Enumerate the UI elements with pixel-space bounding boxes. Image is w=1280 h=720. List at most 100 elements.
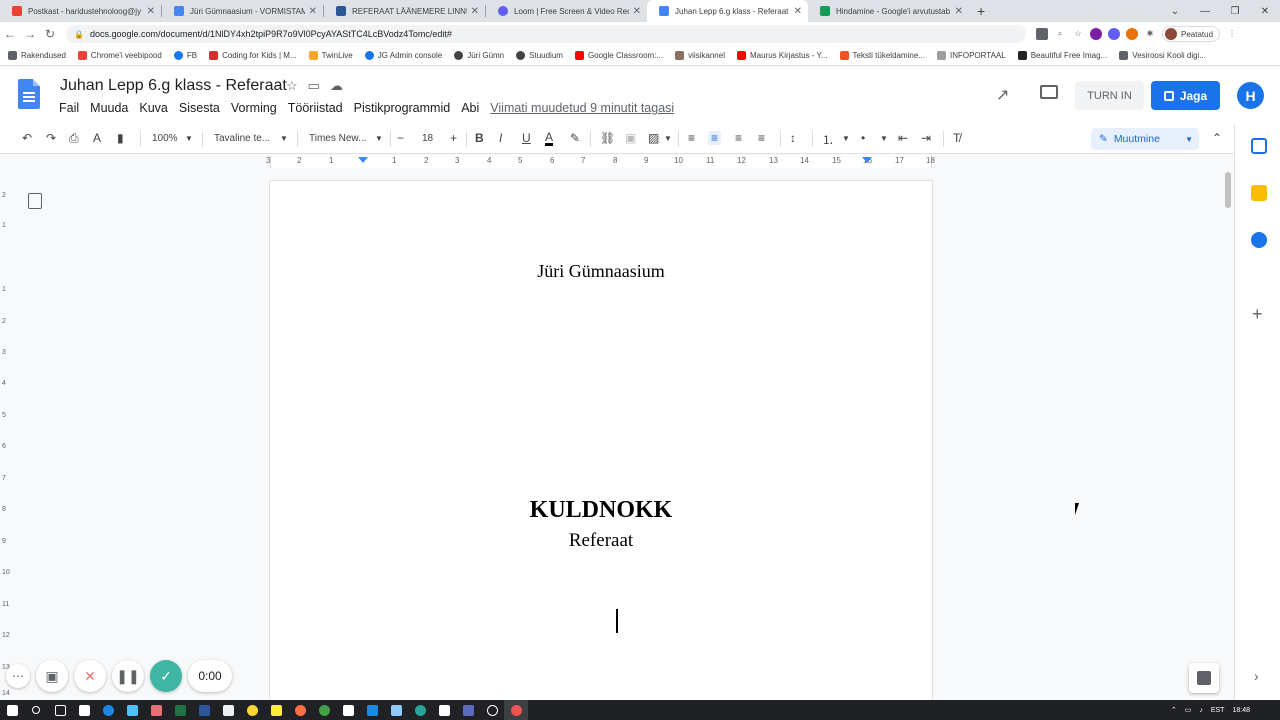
excel-icon[interactable]	[168, 700, 192, 720]
tasks-icon[interactable]	[1251, 232, 1267, 248]
print-icon[interactable]: ⎙	[69, 131, 79, 146]
edge-icon[interactable]	[96, 700, 120, 720]
star-icon[interactable]: ☆	[1072, 28, 1084, 40]
close-tab-icon[interactable]: ✕	[633, 6, 641, 17]
undo-icon[interactable]: ↶	[22, 131, 32, 145]
expand-panel-icon[interactable]: ›	[1254, 668, 1259, 684]
scrollbar-thumb[interactable]	[1225, 172, 1231, 208]
bookmark-item[interactable]: Beautiful Free Imag...	[1017, 51, 1107, 60]
comments-icon[interactable]	[1040, 85, 1058, 99]
user-avatar[interactable]: H	[1237, 82, 1264, 109]
firefox-icon[interactable]	[288, 700, 312, 720]
minimize-icon[interactable]: —	[1190, 6, 1220, 17]
close-tab-icon[interactable]: ✕	[471, 6, 479, 17]
loom-extension-icon[interactable]	[1108, 28, 1120, 40]
bookmark-item[interactable]: Vesiroosi Kooli digi...	[1119, 51, 1206, 60]
chevron-down-icon[interactable]: ▼	[842, 134, 850, 143]
forward-icon[interactable]: →	[20, 27, 40, 41]
word-icon[interactable]	[192, 700, 216, 720]
explorer-icon[interactable]	[120, 700, 144, 720]
font-size-field[interactable]: 18	[422, 133, 433, 144]
app-icon[interactable]	[240, 700, 264, 720]
camera-icon[interactable]	[1036, 28, 1048, 40]
spellcheck-icon[interactable]: A	[93, 131, 101, 145]
chevron-down-icon[interactable]: ▼	[280, 134, 288, 143]
task-view-icon[interactable]	[48, 700, 72, 720]
style-select[interactable]: Tavaline te...	[214, 133, 270, 144]
close-tab-icon[interactable]: ✕	[147, 6, 155, 17]
zoom-icon[interactable]: ⌕	[1054, 28, 1066, 40]
bookmark-item[interactable]: Maurus Kirjastus - Y...	[736, 51, 828, 60]
bookmark-item[interactable]: Chrome'i veebipood	[77, 51, 162, 60]
start-button[interactable]	[0, 700, 24, 720]
more-options-icon[interactable]: ⋯	[6, 664, 30, 688]
chrome-icon[interactable]	[312, 700, 336, 720]
menu-icon[interactable]: ⋮	[1226, 28, 1238, 40]
chevron-down-icon[interactable]: ▼	[185, 134, 193, 143]
clear-formatting-icon[interactable]: T̸	[953, 131, 960, 145]
notepad-icon[interactable]	[216, 700, 240, 720]
menu-help[interactable]: Abi	[461, 101, 479, 115]
keep-icon[interactable]	[1251, 185, 1267, 201]
profile-button[interactable]: Peatatud	[1162, 26, 1221, 42]
bookmark-item[interactable]: Stuudium	[516, 51, 563, 60]
numbered-list-icon[interactable]: ⒈	[822, 131, 834, 148]
restore-icon[interactable]: ❐	[1220, 6, 1250, 17]
app-icon[interactable]	[456, 700, 480, 720]
paint-icon[interactable]	[144, 700, 168, 720]
turn-in-button[interactable]: TURN IN	[1075, 81, 1144, 110]
move-folder-icon[interactable]: ▭	[308, 78, 320, 94]
clock-app-icon[interactable]	[480, 700, 504, 720]
bookmark-item[interactable]: TwinLive	[308, 51, 353, 60]
docs-logo-icon[interactable]	[18, 79, 40, 109]
finish-recording-icon[interactable]: ✓	[150, 660, 182, 692]
camera-toggle-icon[interactable]: ▣	[36, 660, 68, 692]
redo-icon[interactable]: ↷	[46, 131, 56, 145]
bookmark-item[interactable]: Google Classroom:...	[574, 51, 663, 60]
editing-mode-select[interactable]: ✎ Muutmine ▼	[1091, 128, 1199, 150]
mail-icon[interactable]	[360, 700, 384, 720]
menu-tools[interactable]: Tööriistad	[288, 101, 343, 115]
add-comment-icon[interactable]: ▣	[625, 131, 636, 145]
share-button[interactable]: Jaga	[1151, 81, 1220, 110]
menu-format[interactable]: Vorming	[231, 101, 277, 115]
menu-view[interactable]: Kuva	[139, 101, 168, 115]
document-title[interactable]: Juhan Lepp 6.g klass - Referaat	[60, 77, 287, 95]
reload-icon[interactable]: ↻	[40, 27, 60, 41]
clock[interactable]: 18:48	[1232, 707, 1250, 714]
insert-image-icon[interactable]: ▨	[648, 131, 659, 145]
tray-arrow-icon[interactable]: ⌃	[1171, 706, 1177, 714]
bookmark-item[interactable]: Teksti tükeldamine...	[839, 51, 925, 60]
bulleted-list-icon[interactable]: •	[861, 131, 865, 145]
search-icon[interactable]	[24, 700, 48, 720]
volume-icon[interactable]: ♪	[1199, 707, 1203, 714]
menu-edit[interactable]: Muuda	[90, 101, 128, 115]
pause-icon[interactable]: ❚❚	[112, 660, 144, 692]
document-page[interactable]: Jüri Gümnaasium KULDNOKK Referaat	[270, 181, 932, 700]
star-icon[interactable]: ☆	[286, 78, 298, 94]
bookmark-item[interactable]: Rakendused	[8, 51, 66, 60]
bookmark-item[interactable]: Coding for Kids | M...	[209, 51, 297, 60]
puzzle-icon[interactable]: ✱	[1144, 28, 1156, 40]
document-outline-icon[interactable]	[28, 193, 42, 209]
files-icon[interactable]	[336, 700, 360, 720]
app-icon[interactable]	[264, 700, 288, 720]
underline-icon[interactable]: U	[522, 131, 531, 145]
doc-icon[interactable]	[432, 700, 456, 720]
browser-tab[interactable]: Jüri Gümnaasium - VORMISTAMI ✕	[162, 0, 323, 22]
bold-icon[interactable]: B	[475, 131, 484, 145]
menu-insert[interactable]: Sisesta	[179, 101, 220, 115]
hide-menus-icon[interactable]: ⌃	[1212, 131, 1222, 145]
align-right-icon[interactable]: ≡	[735, 131, 742, 145]
language-indicator[interactable]: EST	[1211, 707, 1225, 714]
url-field[interactable]: 🔒 docs.google.com/document/d/1NlDY4xh2tp…	[66, 25, 1026, 43]
browser-tab-active[interactable]: Juhan Lepp 6.g klass - Referaat - ✕	[647, 0, 808, 22]
store-icon[interactable]	[72, 700, 96, 720]
align-left-icon[interactable]: ≡	[688, 131, 695, 145]
browser-tab[interactable]: Hindamine - Google'i arvutustab ✕	[808, 0, 969, 22]
left-indent-marker[interactable]	[358, 157, 368, 163]
bookmark-item[interactable]: FB	[173, 51, 197, 60]
text-color-icon[interactable]: A	[545, 131, 554, 146]
close-tab-icon[interactable]: ✕	[309, 6, 317, 17]
tab-search-icon[interactable]: ⌄	[1160, 6, 1190, 17]
